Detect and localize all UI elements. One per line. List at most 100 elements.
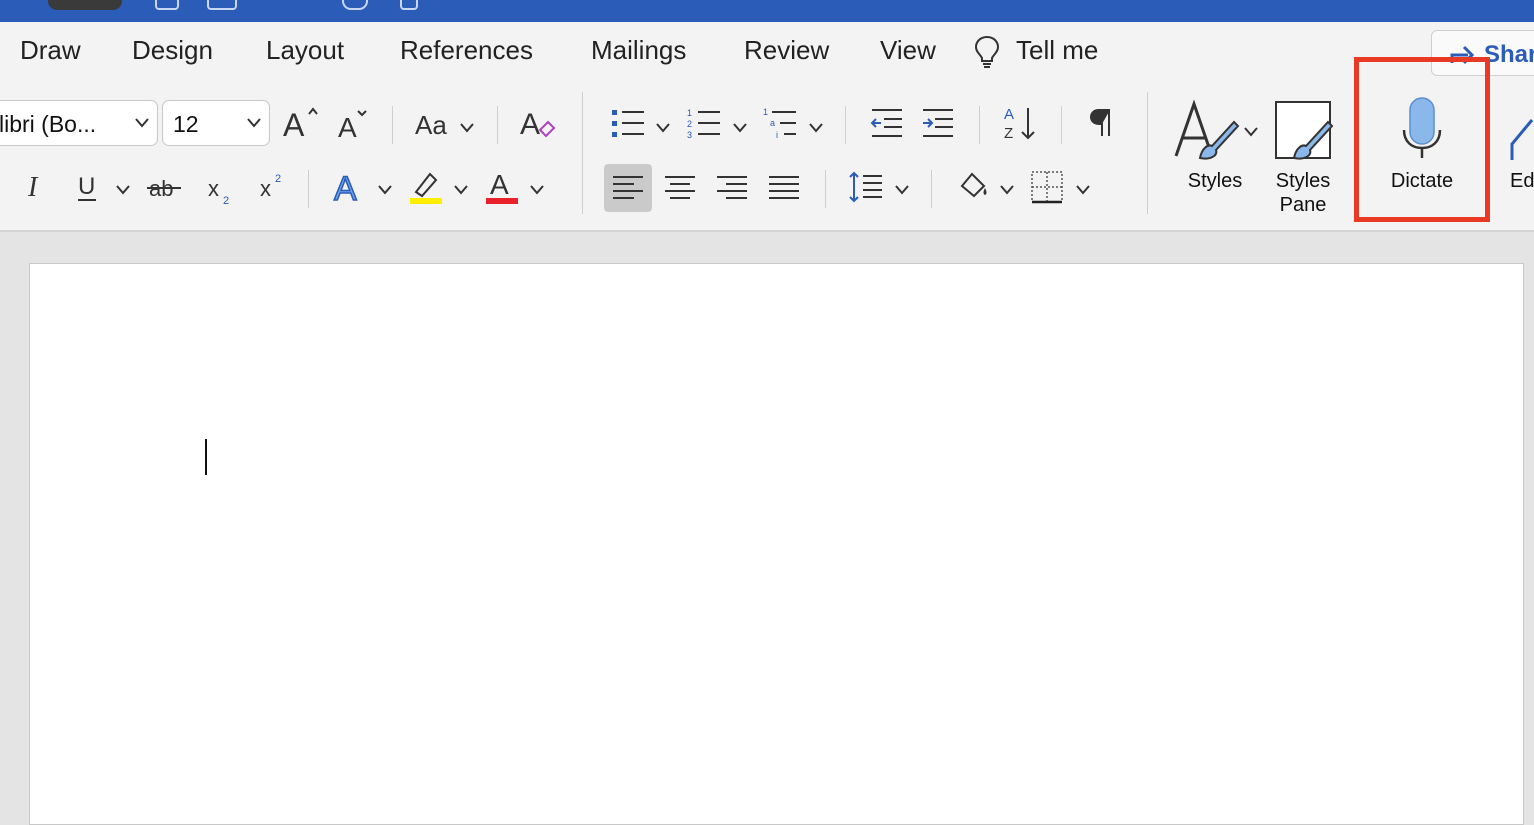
save-icon[interactable]	[207, 0, 237, 10]
styles-label[interactable]: Styles	[1174, 169, 1256, 193]
font-color-icon[interactable]: A	[484, 168, 520, 206]
chevron-down-icon[interactable]	[656, 120, 670, 138]
separator	[1485, 92, 1486, 214]
redo-icon[interactable]	[342, 0, 368, 10]
separator	[845, 106, 846, 144]
sort-icon[interactable]: AZ	[1002, 104, 1038, 142]
svg-text:2: 2	[275, 173, 281, 185]
tab-design[interactable]: Design	[132, 35, 213, 66]
title-bar	[0, 0, 1534, 22]
print-icon[interactable]	[400, 0, 418, 10]
svg-text:i: i	[776, 130, 778, 140]
superscript-icon[interactable]: x2	[260, 170, 288, 204]
paragraph-mark-icon[interactable]	[1088, 106, 1116, 140]
ribbon-tabs: Draw Design Layout References Mailings R…	[0, 22, 1534, 84]
clear-formatting-icon[interactable]: A	[520, 104, 556, 142]
svg-text:A: A	[520, 108, 540, 141]
change-case-button[interactable]: Aa	[415, 110, 447, 141]
separator	[392, 106, 393, 144]
svg-text:A: A	[490, 169, 509, 200]
tab-layout[interactable]: Layout	[266, 35, 344, 66]
document-area	[0, 232, 1534, 825]
tab-references[interactable]: References	[400, 35, 533, 66]
svg-text:3: 3	[687, 130, 692, 140]
microphone-icon[interactable]	[1398, 96, 1446, 160]
highlight-icon[interactable]	[408, 168, 444, 206]
chevron-down-icon[interactable]	[1076, 182, 1090, 200]
styles-pane-icon[interactable]	[1272, 98, 1336, 162]
autosave-toggle[interactable]	[48, 0, 122, 10]
svg-text:A: A	[283, 107, 305, 140]
separator	[582, 92, 583, 214]
home-icon[interactable]	[155, 0, 179, 10]
home-ribbon: libri (Bo... 12 A A Aa A 123 1ai A Z I U…	[0, 84, 1534, 232]
styles-gallery-icon[interactable]	[1172, 98, 1242, 162]
svg-text:2: 2	[687, 119, 692, 129]
svg-text:1: 1	[687, 108, 692, 118]
dictate-label[interactable]: Dictate	[1372, 169, 1472, 193]
tab-review[interactable]: Review	[744, 35, 829, 66]
svg-text:a: a	[770, 118, 775, 128]
text-cursor	[205, 439, 207, 475]
font-size-value: 12	[173, 111, 199, 137]
editor-icon[interactable]	[1510, 108, 1534, 162]
justify-icon[interactable]	[768, 174, 800, 202]
chevron-down-icon[interactable]	[530, 182, 544, 200]
font-size-combo[interactable]: 12	[162, 100, 270, 146]
decrease-indent-icon[interactable]	[870, 106, 904, 140]
svg-text:2: 2	[223, 195, 229, 206]
separator	[308, 170, 309, 208]
lightbulb-icon[interactable]	[973, 34, 1001, 75]
separator	[931, 170, 932, 208]
subscript-icon[interactable]: x2	[208, 172, 236, 206]
bullet-list-icon[interactable]	[610, 106, 646, 140]
chevron-down-icon[interactable]	[460, 120, 474, 138]
tab-view[interactable]: View	[880, 35, 936, 66]
chevron-down-icon[interactable]	[1244, 124, 1258, 142]
shading-icon[interactable]	[958, 170, 990, 202]
align-left-icon[interactable]	[612, 174, 644, 202]
italic-icon[interactable]: I	[26, 172, 46, 202]
strikethrough-icon[interactable]: ab	[147, 172, 183, 202]
document-page[interactable]	[29, 263, 1524, 825]
separator	[979, 106, 980, 144]
tab-draw[interactable]: Draw	[20, 35, 81, 66]
svg-text:Z: Z	[1004, 125, 1013, 142]
separator	[497, 106, 498, 144]
increase-font-size-icon[interactable]: A	[283, 106, 319, 140]
editor-label[interactable]: Ed	[1510, 169, 1534, 193]
align-center-icon[interactable]	[664, 174, 696, 202]
underline-icon[interactable]: U	[76, 170, 100, 204]
chevron-down-icon[interactable]	[454, 182, 468, 200]
align-right-icon[interactable]	[716, 174, 748, 202]
share-button[interactable]: Shar	[1431, 30, 1534, 76]
separator	[1147, 92, 1148, 214]
line-spacing-icon[interactable]	[848, 170, 884, 204]
chevron-down-icon[interactable]	[116, 182, 130, 200]
svg-text:U: U	[78, 173, 95, 200]
svg-text:I: I	[27, 172, 39, 202]
svg-text:A: A	[338, 112, 357, 140]
chevron-down-icon[interactable]	[895, 182, 909, 200]
text-effects-icon[interactable]: A	[332, 168, 368, 206]
chevron-down-icon[interactable]	[378, 182, 392, 200]
borders-icon[interactable]	[1030, 170, 1064, 204]
font-name-value: libri (Bo...	[0, 111, 97, 137]
chevron-down-icon[interactable]	[733, 120, 747, 138]
tab-mailings[interactable]: Mailings	[591, 35, 686, 66]
svg-text:1: 1	[763, 107, 768, 117]
chevron-down-icon[interactable]	[809, 120, 823, 138]
decrease-font-size-icon[interactable]: A	[338, 108, 372, 140]
font-name-combo[interactable]: libri (Bo...	[0, 100, 158, 146]
share-label: Shar	[1484, 41, 1534, 68]
svg-text:A: A	[1004, 106, 1014, 123]
numbered-list-icon[interactable]: 123	[686, 106, 722, 140]
svg-text:x: x	[208, 176, 219, 201]
svg-text:A: A	[334, 170, 357, 206]
styles-pane-label[interactable]: Styles Pane	[1262, 169, 1344, 217]
multilevel-list-icon[interactable]: 1ai	[762, 106, 798, 140]
tell-me-search[interactable]: Tell me	[1016, 35, 1098, 66]
separator	[1061, 106, 1062, 144]
chevron-down-icon[interactable]	[1000, 182, 1014, 200]
increase-indent-icon[interactable]	[921, 106, 955, 140]
